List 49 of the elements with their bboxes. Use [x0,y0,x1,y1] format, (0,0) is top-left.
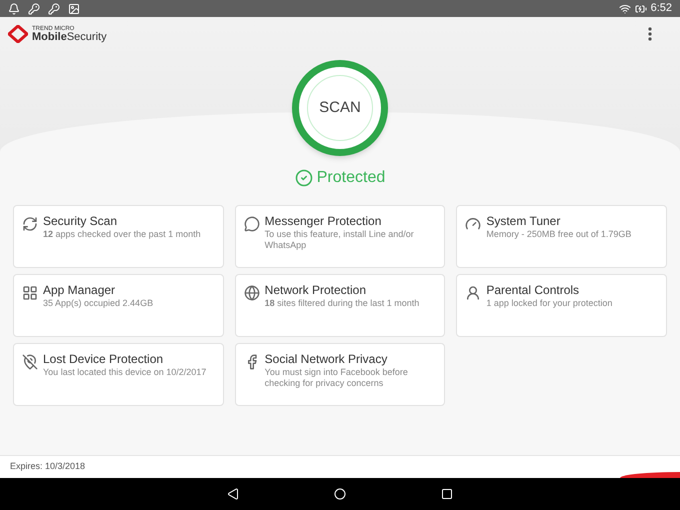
feature-detail: 1 app locked for your protection [486,298,612,309]
feature-title: Network Protection [264,283,368,297]
feature-detail: 18 sites filtered during the last 1 month [264,298,420,309]
key-icon [48,2,60,14]
feature-detail: You must sign into Facebook before checking for privacy concerns [264,367,409,389]
home-button[interactable] [334,488,346,500]
person-icon [465,285,482,301]
protection-status: Protected [316,168,386,188]
feature-detail: Memory - 250MB free out of 1.79GB [486,229,632,240]
more-menu-button[interactable] [648,27,652,41]
feature-title: Social Network Privacy [264,352,388,366]
feature-card[interactable]: Lost Device Protection You last located this device on 10/2/2017 [13,343,224,406]
gauge-icon [465,216,482,232]
feature-title: Parental Controls [486,283,580,297]
feature-card[interactable]: App Manager 35 App(s) occupied 2.44GB [13,274,224,337]
logo-icon [8,25,28,43]
location-off-icon [22,354,38,370]
globe-icon [244,285,260,301]
feature-card[interactable]: Social Network Privacy You must sign into Facebook before checking for privacy concerns [234,343,446,406]
scan-icon [22,216,38,232]
wifi-icon [618,2,631,14]
battery-icon [634,2,647,14]
feature-card[interactable]: Network Protection 18 sites filtered during the last 1 month [234,274,446,337]
feature-card[interactable]: Messenger Protection To use this feature, install Line and/or WhatsApp [234,205,446,268]
key-icon [28,2,40,14]
feature-card[interactable]: System Tuner Memory - 250MB free out of 1.79GB [456,205,667,268]
check-icon [294,169,313,187]
feature-detail: To use this feature, install Line and/or WhatsApp [264,229,415,251]
feature-card[interactable]: Parental Controls 1 app locked for your protection [456,274,667,337]
image-icon [68,2,80,14]
feature-title: App Manager [43,283,116,297]
grid-icon [22,285,38,301]
feature-detail: You last located this device on 10/2/2017 [43,367,206,378]
feature-detail: 35 App(s) occupied 2.44GB [43,298,154,309]
notification-icon [8,2,20,14]
scan-button[interactable]: SCAN [292,60,388,156]
feature-title: Security Scan [43,214,118,228]
feature-title: System Tuner [486,214,562,228]
back-button[interactable] [227,488,239,500]
chat-bubble-icon [244,216,260,232]
feature-card[interactable]: Security Scan 12 apps checked over the past 1 month [13,205,224,268]
clock: 6:52 [650,1,672,16]
corner-accent [620,472,680,478]
feature-title: Messenger Protection [264,214,382,228]
app-name: MobileSecurity [32,32,107,42]
expiry-date: Expires: 10/3/2018 [10,460,86,474]
feature-title: Lost Device Protection [43,352,164,366]
recents-button[interactable] [441,488,453,500]
feature-detail: 12 apps checked over the past 1 month [43,229,201,240]
